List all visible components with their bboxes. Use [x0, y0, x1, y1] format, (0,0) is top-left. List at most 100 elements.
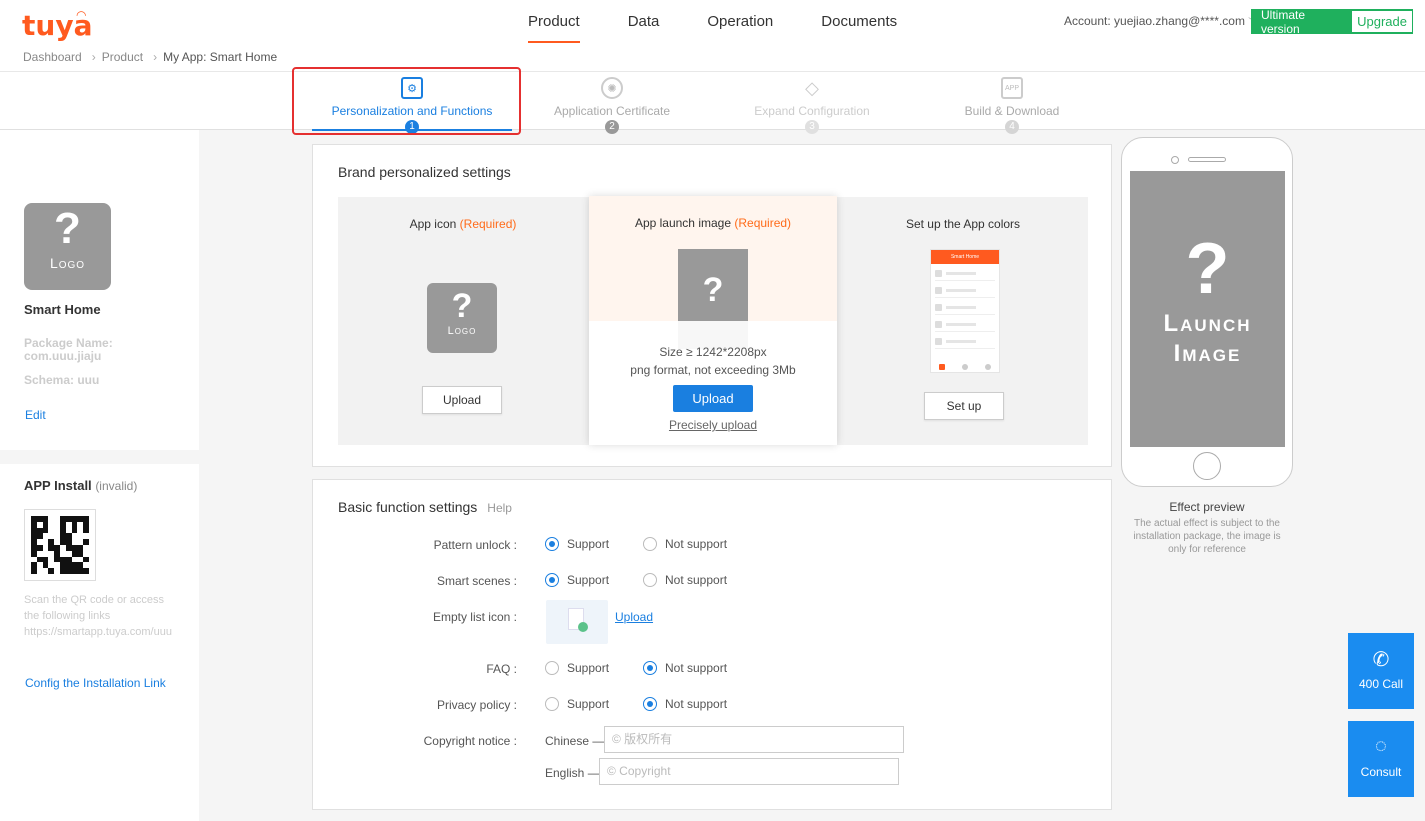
question-icon: ?: [1185, 229, 1230, 309]
colors-title: Set up the App colors: [905, 217, 1021, 231]
effect-preview-desc: The actual effect is subject to the inst…: [1133, 518, 1281, 555]
preview-row: [935, 267, 995, 281]
launch-line2: Image: [1173, 340, 1242, 367]
nav-documents[interactable]: Documents: [821, 0, 897, 43]
upgrade-button[interactable]: Upgrade: [1352, 11, 1412, 32]
help-link[interactable]: Help: [487, 501, 512, 515]
faq-support-radio[interactable]: Support: [545, 661, 609, 675]
preview-row: [935, 284, 995, 298]
breadcrumb-product[interactable]: Product: [102, 50, 143, 64]
nav-data[interactable]: Data: [628, 0, 660, 43]
step-number: 2: [605, 120, 619, 134]
camera-icon: [1171, 156, 1179, 164]
faq-row: FAQ : Support Not support: [313, 660, 1113, 680]
copyright-chinese-input[interactable]: © 版权所有: [604, 726, 904, 753]
step-certificate[interactable]: ✺ Application Certificate 2: [512, 77, 712, 134]
chevron-right-icon: ›: [91, 50, 96, 64]
radio-label: Support: [567, 697, 610, 711]
version-label: Ultimate version: [1261, 7, 1306, 36]
basic-title: Basic function settings Help: [338, 499, 512, 515]
wifi-icon: ◠: [76, 8, 87, 22]
basic-title-label: Basic function settings: [338, 499, 478, 515]
account-label: Account: yuejiao.zhang@****.com: [1064, 14, 1245, 28]
launch-image-section: App launch image (Required) ? Size ≥ 124…: [589, 196, 837, 445]
app-icon-upload-button[interactable]: Upload: [422, 386, 502, 414]
preview-row: [935, 318, 995, 332]
radio-label: Not support: [665, 573, 728, 587]
row-label: Copyright notice :: [423, 734, 517, 748]
install-url: https://smartapp.tuya.com/uuu: [24, 626, 172, 638]
install-status: (invalid): [95, 479, 138, 493]
launch-label: App launch image: [634, 216, 732, 230]
launch-requirements: Size ≥ 1242*2208px png format, not excee…: [589, 343, 837, 379]
question-icon: ?: [54, 204, 81, 253]
faq-not-support-radio[interactable]: Not support: [643, 661, 727, 675]
step-build[interactable]: APP Build & Download 4: [912, 77, 1112, 134]
step-number: 4: [1005, 120, 1019, 134]
row-label: Privacy policy :: [436, 698, 517, 712]
scenes-support-radio[interactable]: Support: [545, 573, 609, 587]
app-icon: APP: [1001, 77, 1023, 99]
launch-format: png format, not exceeding 3Mb: [630, 363, 796, 377]
radio-label: Not support: [665, 661, 728, 675]
radio-label: Not support: [665, 697, 728, 711]
install-title: APP Install (invalid): [24, 478, 137, 493]
row-label: FAQ :: [486, 662, 517, 676]
preview-row: [935, 335, 995, 349]
required-label: (Required): [459, 217, 517, 231]
english-label: English —: [545, 766, 600, 780]
set-up-colors-button[interactable]: Set up: [924, 392, 1004, 420]
account-menu[interactable]: Account: yuejiao.zhang@****.com ﹀: [1064, 14, 1257, 28]
copyright-english-row: English — © Copyright: [313, 758, 1113, 785]
chevron-right-icon: ›: [153, 50, 158, 64]
smart-scenes-row: Smart scenes : Support Not support: [313, 572, 1113, 592]
nav-product[interactable]: Product: [528, 0, 580, 43]
privacy-policy-row: Privacy policy : Support Not support: [313, 696, 1113, 716]
preview-header: Smart Home: [931, 250, 999, 264]
scan-instructions: Scan the QR code or access the following…: [24, 594, 165, 622]
schema: Schema: uuu: [24, 373, 100, 387]
phone-icon: ✆: [1372, 649, 1390, 671]
step-expand[interactable]: ◇ Expand Configuration 3: [712, 77, 912, 134]
radio-label: Support: [567, 537, 610, 551]
empty-list-thumbnail: [546, 600, 608, 644]
breadcrumb-current: My App: Smart Home: [163, 50, 278, 64]
pattern-not-support-radio[interactable]: Not support: [643, 537, 727, 551]
app-info-panel: ? Logo Smart Home Package Name: com.uuu.…: [0, 130, 199, 821]
breadcrumb-dashboard[interactable]: Dashboard: [23, 50, 82, 64]
logo-text: Logo: [49, 255, 86, 271]
scenes-not-support-radio[interactable]: Not support: [643, 573, 727, 587]
app-icon-section: App icon (Required) ? Logo Upload: [338, 197, 588, 445]
package-name: Package Name: com.uuu.jiaju: [24, 336, 113, 363]
copyright-english-input[interactable]: © Copyright: [599, 758, 899, 785]
app-colors-section: Set up the App colors Smart Home Set up: [838, 197, 1088, 445]
speaker-icon: [1188, 157, 1226, 162]
privacy-not-support-radio[interactable]: Not support: [643, 697, 727, 711]
empty-icon-upload-link[interactable]: Upload: [615, 610, 653, 624]
privacy-support-radio[interactable]: Support: [545, 697, 609, 711]
edit-link[interactable]: Edit: [25, 408, 46, 422]
launch-upload-button[interactable]: Upload: [673, 385, 753, 412]
diamond-icon: ◇: [805, 77, 819, 98]
logo-text: Logo: [447, 325, 477, 337]
question-icon: ?: [451, 287, 473, 325]
required-label: (Required): [734, 216, 792, 230]
precisely-upload-link[interactable]: Precisely upload: [589, 418, 837, 432]
pattern-support-radio[interactable]: Support: [545, 537, 609, 551]
config-installation-link[interactable]: Config the Installation Link: [25, 676, 166, 690]
qr-code: [24, 509, 96, 581]
header: tuya ◠ Product Data Operation Documents …: [0, 0, 1425, 72]
launch-size: Size ≥ 1242*2208px: [659, 345, 767, 359]
call-button[interactable]: ✆ 400 Call: [1348, 633, 1414, 709]
app-icon-title: App icon (Required): [338, 217, 588, 231]
top-nav: Product Data Operation Documents: [528, 0, 945, 44]
empty-list-icon-row: Empty list icon : Upload: [313, 600, 1113, 644]
brand-title: Brand personalized settings: [338, 164, 511, 180]
row-label: Empty list icon :: [432, 610, 517, 624]
phone-preview: ? Launch Image: [1121, 137, 1293, 487]
consult-button[interactable]: ◌ Consult: [1348, 721, 1414, 797]
launch-image-preview: ? Launch Image: [1130, 171, 1285, 447]
brand-settings-card: Brand personalized settings App icon (Re…: [312, 144, 1112, 467]
nav-operation[interactable]: Operation: [707, 0, 773, 43]
step-label: Build & Download: [964, 104, 1060, 118]
